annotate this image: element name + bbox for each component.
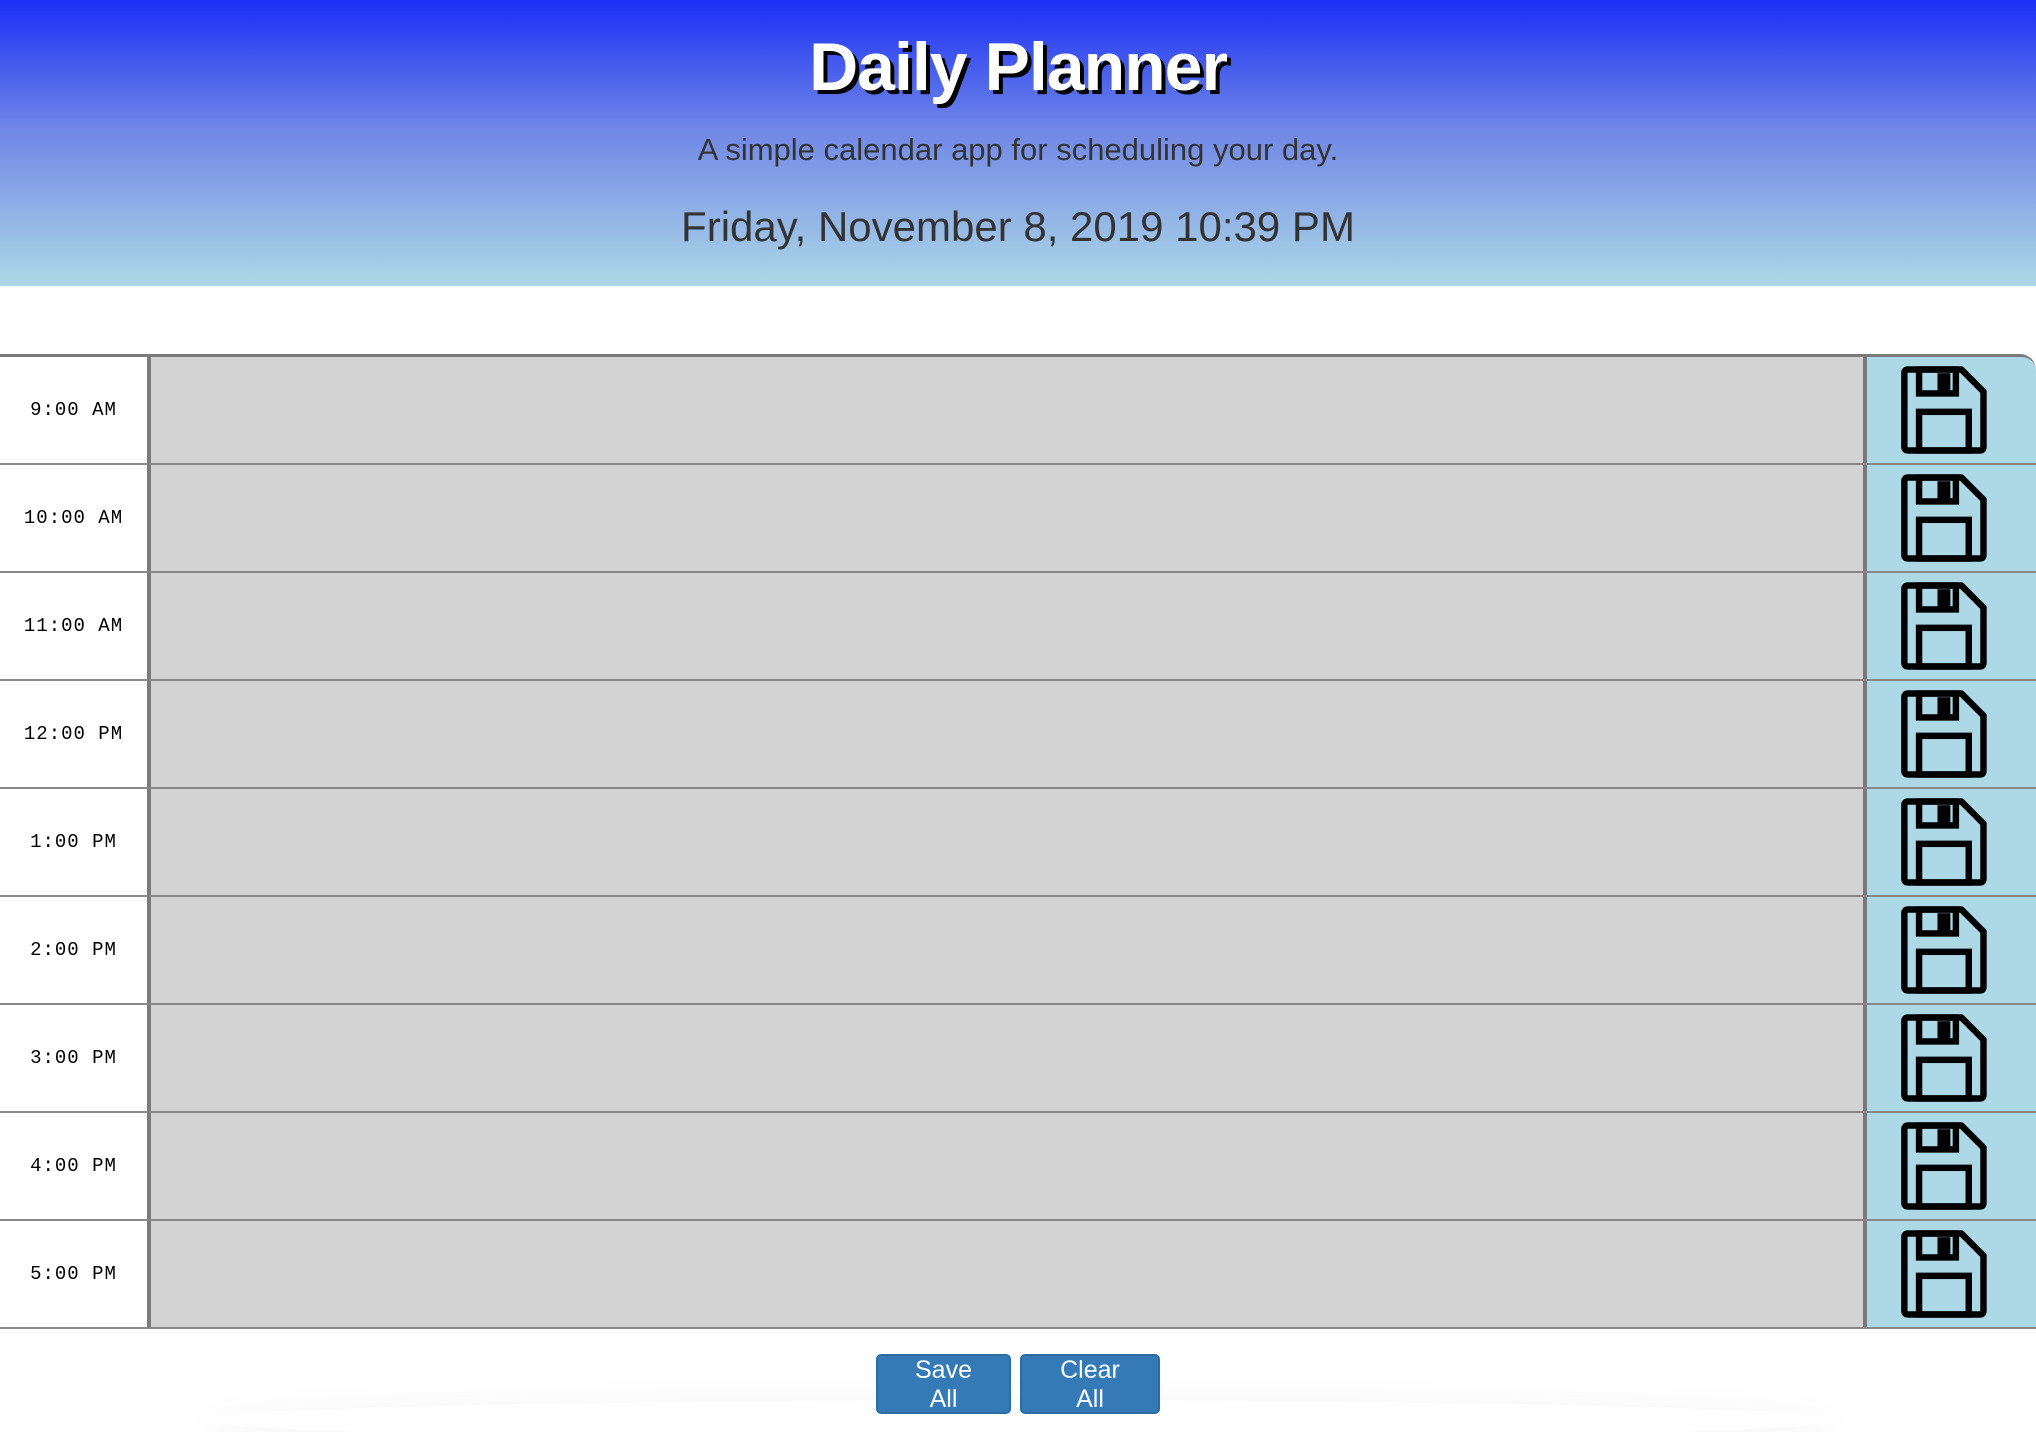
save-button[interactable] [1863,897,2036,1003]
save-button[interactable] [1863,1221,2036,1327]
save-button[interactable] [1863,465,2036,571]
current-date-time: Friday, November 8, 2019 10:39 PM [681,203,1355,250]
event-description-input[interactable] [151,1221,1863,1327]
floppy-disk-icon [1901,366,1987,454]
event-description-input[interactable] [151,897,1863,1003]
time-block-row: 3:00 PM [0,1005,2036,1113]
floppy-disk-icon [1901,798,1987,886]
event-description-input[interactable] [151,789,1863,895]
time-block-row: 2:00 PM [0,897,2036,1005]
save-button[interactable] [1863,573,2036,679]
time-block-row: 11:00 AM [0,573,2036,681]
event-description-input[interactable] [151,357,1863,463]
hour-label: 4:00 PM [0,1113,151,1219]
header: Daily Planner A simple calendar app for … [0,0,2036,286]
hour-label: 1:00 PM [0,789,151,895]
event-description-input[interactable] [151,573,1863,679]
hour-label: 2:00 PM [0,897,151,1003]
floppy-disk-icon [1901,1230,1987,1318]
hour-label: 3:00 PM [0,1005,151,1111]
floppy-disk-icon [1901,906,1987,994]
time-block-row: 1:00 PM [0,789,2036,897]
event-description-input[interactable] [151,465,1863,571]
time-block-row: 4:00 PM [0,1113,2036,1221]
save-button[interactable] [1863,1113,2036,1219]
page-subtitle: A simple calendar app for scheduling you… [697,132,1339,167]
hour-label: 9:00 AM [0,357,151,463]
hour-label: 12:00 PM [0,681,151,787]
time-block-row: 5:00 PM [0,1221,2036,1329]
save-button[interactable] [1863,681,2036,787]
floppy-disk-icon [1901,1122,1987,1210]
action-bar: Save All Clear All [0,1354,2036,1416]
hour-label: 11:00 AM [0,573,151,679]
page-title: Daily Planner [809,29,1228,105]
time-block-container: 9:00 AM 10:00 AM 11:00 AM 12:00 PM 1:00 PM 2:… [0,354,2036,1329]
hour-label: 5:00 PM [0,1221,151,1327]
save-button[interactable] [1863,789,2036,895]
page: Daily Planner A simple calendar app for … [0,0,2036,1432]
save-button[interactable] [1863,357,2036,463]
floppy-disk-icon [1901,582,1987,670]
time-block-row: 9:00 AM [0,357,2036,465]
event-description-input[interactable] [151,1005,1863,1111]
save-button[interactable] [1863,1005,2036,1111]
hour-label: 10:00 AM [0,465,151,571]
event-description-input[interactable] [151,681,1863,787]
floppy-disk-icon [1901,690,1987,778]
time-block-row: 12:00 PM [0,681,2036,789]
floppy-disk-icon [1901,474,1987,562]
time-block-row: 10:00 AM [0,465,2036,573]
save-all-button[interactable]: Save All [876,1354,1011,1414]
floppy-disk-icon [1901,1014,1987,1102]
clear-all-button[interactable]: Clear All [1020,1354,1160,1414]
event-description-input[interactable] [151,1113,1863,1219]
